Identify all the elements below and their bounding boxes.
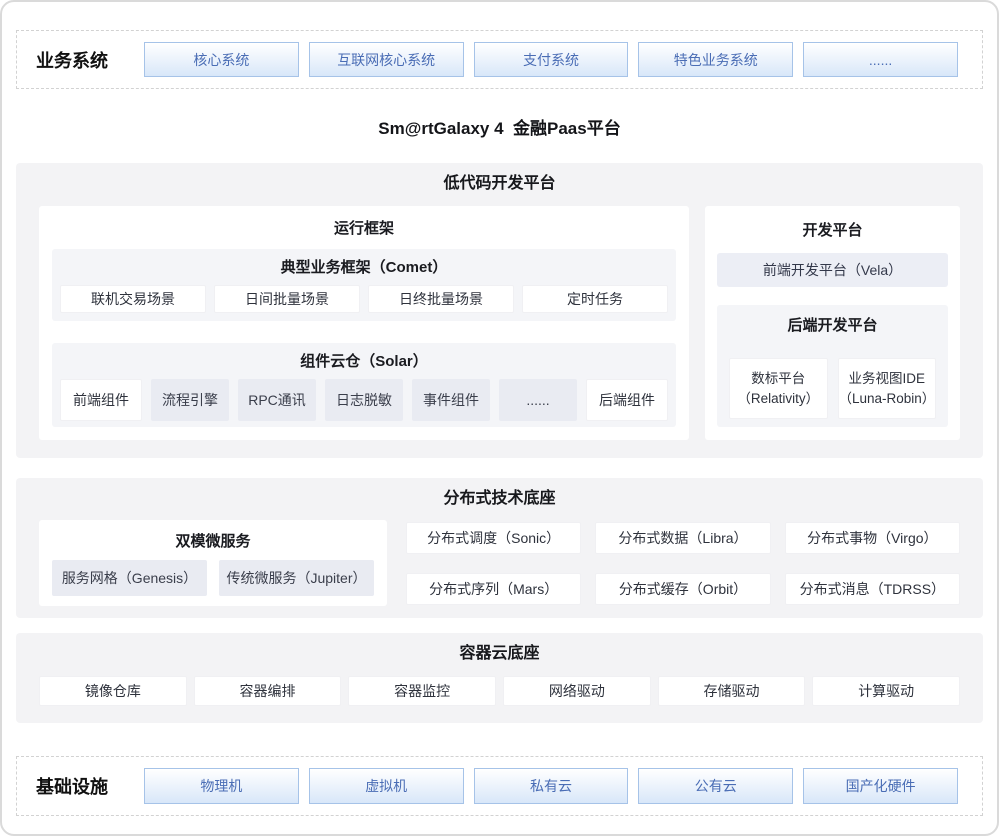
runtime-framework-card: 运行框架 典型业务框架（Comet） 联机交易场景 日间批量场景 日终批量场景 …	[39, 206, 689, 440]
comet-item-online-trading[interactable]: 联机交易场景	[60, 285, 206, 313]
data-standard-platform-line2: （Relativity）	[737, 389, 819, 409]
distributed-base-section: 分布式技术底座 双模微服务 服务网格（Genesis） 传统微服务（Jupite…	[16, 478, 983, 618]
business-view-ide-line1: 业务视图IDE	[848, 369, 925, 389]
solar-item-rpc[interactable]: RPC通讯	[238, 379, 316, 421]
comet-framework-title: 典型业务框架（Comet）	[60, 259, 668, 277]
infrastructure-buttons: 物理机 虚拟机 私有云 公有云 国产化硬件	[144, 768, 958, 804]
backend-dev-platform-panel: 后端开发平台 数标平台 （Relativity） 业务视图IDE （Luna-R…	[717, 305, 948, 427]
runtime-framework-title: 运行框架	[52, 206, 676, 249]
solar-item-log-masking[interactable]: 日志脱敏	[325, 379, 403, 421]
storage-driver[interactable]: 存储驱动	[658, 676, 806, 706]
solar-items-row: 前端组件 流程引擎 RPC通讯 日志脱敏 事件组件 ...... 后端组件	[60, 379, 668, 421]
data-standard-platform-relativity[interactable]: 数标平台 （Relativity）	[729, 358, 828, 419]
solar-warehouse-panel: 组件云仓（Solar） 前端组件 流程引擎 RPC通讯 日志脱敏 事件组件 ..…	[52, 343, 676, 427]
comet-items-row: 联机交易场景 日间批量场景 日终批量场景 定时任务	[60, 285, 668, 313]
business-view-ide-luna-robin[interactable]: 业务视图IDE （Luna-Robin）	[838, 358, 937, 419]
dual-mode-microservice-card: 双模微服务 服务网格（Genesis） 传统微服务（Jupiter）	[39, 520, 387, 606]
lowcode-platform-section: 低代码开发平台 运行框架 典型业务框架（Comet） 联机交易场景 日间批量场景…	[16, 163, 983, 458]
business-system-internet-core[interactable]: 互联网核心系统	[309, 42, 464, 77]
distributed-scheduling-sonic[interactable]: 分布式调度（Sonic）	[406, 522, 581, 554]
business-systems-label: 业务系统	[36, 47, 132, 73]
business-system-more[interactable]: ......	[803, 42, 958, 77]
data-standard-platform-line1: 数标平台	[751, 369, 805, 389]
business-systems-buttons: 核心系统 互联网核心系统 支付系统 特色业务系统 ......	[144, 42, 958, 77]
distributed-transaction-virgo[interactable]: 分布式事物（Virgo）	[785, 522, 960, 554]
solar-warehouse-title: 组件云仓（Solar）	[60, 353, 668, 371]
business-view-ide-line2: （Luna-Robin）	[839, 389, 936, 409]
distributed-message-tdrss[interactable]: 分布式消息（TDRSS）	[785, 573, 960, 605]
infra-physical-machine[interactable]: 物理机	[144, 768, 299, 804]
image-registry[interactable]: 镜像仓库	[39, 676, 187, 706]
infra-virtual-machine[interactable]: 虚拟机	[309, 768, 464, 804]
distributed-services-grid: 分布式调度（Sonic） 分布式数据（Libra） 分布式事物（Virgo） 分…	[406, 522, 960, 606]
business-systems-row: 业务系统 核心系统 互联网核心系统 支付系统 特色业务系统 ......	[16, 30, 983, 89]
service-mesh-genesis[interactable]: 服务网格（Genesis）	[52, 560, 207, 596]
solar-item-more[interactable]: ......	[499, 379, 577, 421]
solar-item-process-engine[interactable]: 流程引擎	[151, 379, 229, 421]
solar-item-frontend-component[interactable]: 前端组件	[60, 379, 142, 421]
container-orchestration[interactable]: 容器编排	[194, 676, 342, 706]
container-cloud-items: 镜像仓库 容器编排 容器监控 网络驱动 存储驱动 计算驱动	[39, 676, 960, 706]
distributed-cache-orbit[interactable]: 分布式缓存（Orbit）	[595, 573, 770, 605]
platform-architecture-page: 业务系统 核心系统 互联网核心系统 支付系统 特色业务系统 ...... Sm@…	[0, 0, 999, 836]
network-driver[interactable]: 网络驱动	[503, 676, 651, 706]
dual-mode-microservice-title: 双模微服务	[52, 520, 374, 560]
solar-item-event-component[interactable]: 事件组件	[412, 379, 490, 421]
container-monitoring[interactable]: 容器监控	[348, 676, 496, 706]
distributed-data-libra[interactable]: 分布式数据（Libra）	[595, 522, 770, 554]
backend-dev-platform-title: 后端开发平台	[729, 317, 936, 335]
container-cloud-title: 容器云底座	[39, 645, 960, 663]
infrastructure-row: 基础设施 物理机 虚拟机 私有云 公有云 国产化硬件	[16, 756, 983, 816]
infra-public-cloud[interactable]: 公有云	[638, 768, 793, 804]
traditional-microservice-jupiter[interactable]: 传统微服务（Jupiter）	[219, 560, 374, 596]
dev-platform-card: 开发平台 前端开发平台（Vela） 后端开发平台 数标平台 （Relativit…	[705, 206, 960, 440]
infra-private-cloud[interactable]: 私有云	[474, 768, 629, 804]
distributed-base-body: 双模微服务 服务网格（Genesis） 传统微服务（Jupiter） 分布式调度…	[39, 520, 960, 606]
lowcode-platform-body: 运行框架 典型业务框架（Comet） 联机交易场景 日间批量场景 日终批量场景 …	[39, 206, 960, 440]
comet-item-scheduled-task[interactable]: 定时任务	[522, 285, 668, 313]
infrastructure-label: 基础设施	[36, 773, 132, 799]
infra-domestic-hardware[interactable]: 国产化硬件	[803, 768, 958, 804]
dev-platform-title: 开发平台	[717, 206, 948, 253]
compute-driver[interactable]: 计算驱动	[812, 676, 960, 706]
container-cloud-section: 容器云底座 镜像仓库 容器编排 容器监控 网络驱动 存储驱动 计算驱动	[16, 633, 983, 723]
distributed-base-title: 分布式技术底座	[39, 490, 960, 508]
distributed-sequence-mars[interactable]: 分布式序列（Mars）	[406, 573, 581, 605]
frontend-dev-platform-vela[interactable]: 前端开发平台（Vela）	[717, 253, 948, 287]
comet-item-endofday-batch[interactable]: 日终批量场景	[368, 285, 514, 313]
lowcode-platform-title: 低代码开发平台	[39, 175, 960, 193]
business-system-core[interactable]: 核心系统	[144, 42, 299, 77]
comet-framework-panel: 典型业务框架（Comet） 联机交易场景 日间批量场景 日终批量场景 定时任务	[52, 249, 676, 321]
business-system-special[interactable]: 特色业务系统	[638, 42, 793, 77]
comet-item-daytime-batch[interactable]: 日间批量场景	[214, 285, 360, 313]
backend-dev-cards: 数标平台 （Relativity） 业务视图IDE （Luna-Robin）	[729, 358, 936, 419]
page-title: Sm@rtGalaxy 4 金融Paas平台	[16, 89, 983, 163]
dual-mode-chips: 服务网格（Genesis） 传统微服务（Jupiter）	[52, 560, 374, 596]
business-system-payment[interactable]: 支付系统	[474, 42, 629, 77]
solar-item-backend-component[interactable]: 后端组件	[586, 379, 668, 421]
